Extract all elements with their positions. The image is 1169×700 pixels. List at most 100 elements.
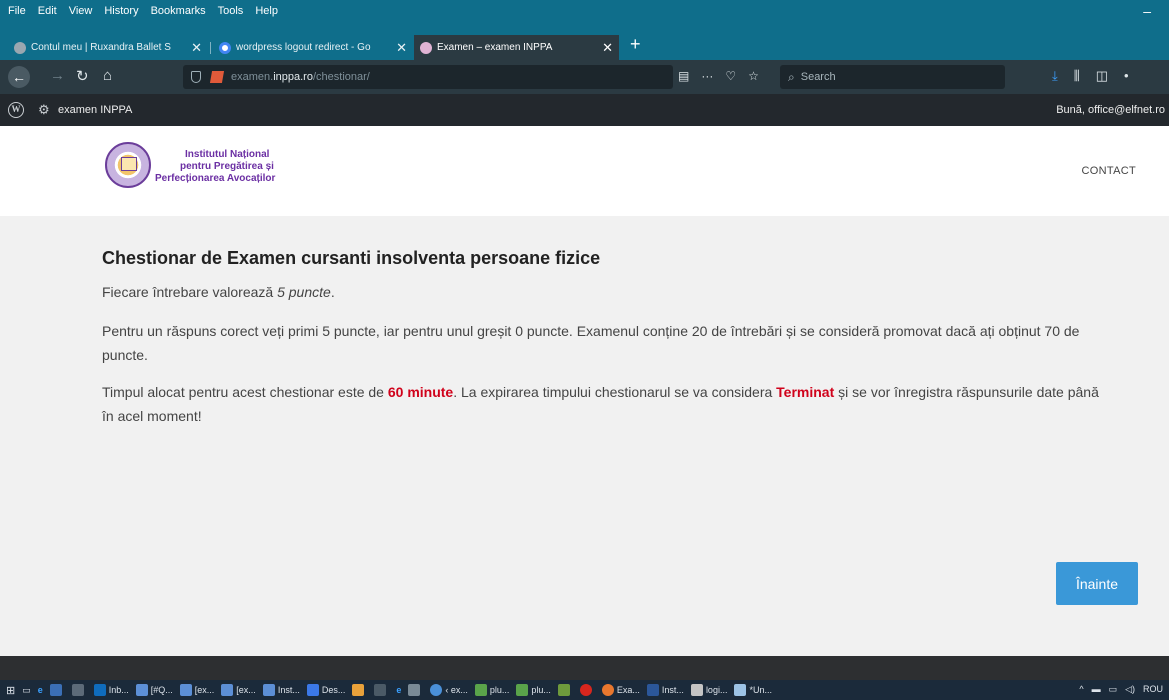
pocket-icon[interactable]: ♡: [725, 69, 736, 83]
extension-icon[interactable]: •: [1124, 68, 1129, 84]
close-icon[interactable]: ✕: [191, 40, 202, 56]
taskbar-item[interactable]: Des...: [306, 684, 345, 696]
nav-contact-link[interactable]: CONTACT: [1082, 165, 1136, 177]
next-button[interactable]: Înainte: [1056, 562, 1138, 605]
forward-arrow-icon[interactable]: →: [50, 67, 65, 84]
tab-label: Examen – examen INPPA: [437, 42, 553, 53]
menu-bookmarks[interactable]: Bookmarks: [151, 5, 206, 17]
taskbar-item-label: logi...: [705, 685, 728, 695]
intro-suffix: .: [330, 284, 335, 300]
insecure-connection-icon[interactable]: [209, 71, 225, 83]
app-icon[interactable]: [71, 684, 87, 696]
tab-contul-meu[interactable]: Contul meu | Ruxandra Ballet S ✕: [8, 35, 208, 60]
taskbar-item-label: plu...: [531, 685, 551, 695]
wp-site-name[interactable]: examen INPPA: [58, 104, 132, 116]
app-icon[interactable]: [557, 684, 573, 696]
download-icon[interactable]: ⤓: [1052, 68, 1058, 84]
taskbar-item[interactable]: plu...: [516, 684, 551, 696]
taskbar-item[interactable]: [ex...: [221, 684, 256, 696]
minimize-icon[interactable]: –: [1143, 3, 1151, 19]
app-icon[interactable]: [408, 684, 423, 696]
menu-help[interactable]: Help: [255, 5, 278, 17]
taskbar-item-label: *Un...: [749, 685, 772, 695]
wp-admin-bar: W ⚙ examen INPPA Bună, office@elfnet.ro: [0, 94, 1169, 126]
site-branding-text[interactable]: Institutul Național pentru Pregătirea și…: [155, 149, 275, 185]
menu-edit[interactable]: Edit: [38, 5, 57, 17]
edge-icon[interactable]: e: [38, 685, 43, 695]
search-icon: ⌕: [788, 69, 795, 84]
chevron-up-icon[interactable]: ^: [1079, 684, 1083, 695]
volume-icon[interactable]: ◁): [1125, 684, 1135, 695]
taskbar-item[interactable]: ‹ ex...: [430, 684, 468, 696]
taskbar-item-label: [ex...: [236, 685, 256, 695]
search-input[interactable]: ⌕ Search: [780, 65, 1005, 89]
taskbar-item[interactable]: Inb...: [93, 684, 129, 696]
opera-icon[interactable]: [579, 684, 595, 696]
taskbar-item[interactable]: Inst...: [646, 684, 684, 696]
url-bar[interactable]: examen. inppa.ro /chestionar/: [183, 65, 673, 89]
tab-label: wordpress logout redirect - Go: [236, 42, 371, 53]
search-placeholder: Search: [800, 71, 836, 83]
site-dashboard-icon[interactable]: ⚙: [38, 102, 50, 118]
time-status: Terminat: [776, 384, 835, 400]
taskbar-item-label: Inst...: [661, 685, 684, 695]
taskbar-item[interactable]: *Un...: [734, 684, 772, 696]
back-arrow-icon[interactable]: ←: [8, 66, 30, 88]
reader-view-icon[interactable]: ▤: [678, 69, 689, 83]
taskbar-item[interactable]: [ex...: [179, 684, 214, 696]
tab-examen-active[interactable]: Examen – examen INPPA ✕: [414, 35, 619, 60]
close-icon[interactable]: ✕: [602, 40, 613, 56]
tracking-shield-icon[interactable]: [191, 71, 201, 83]
page-footer: [0, 656, 1169, 680]
branding-line-1: Institutul Național: [185, 149, 270, 160]
library-icon[interactable]: ⫼: [1074, 68, 1080, 84]
navigation-bar: ← → ↻ ⌂ examen. inppa.ro /chestionar/ ▤ …: [0, 60, 1169, 94]
taskbar-item-label: plu...: [489, 685, 510, 695]
tab-label: Contul meu | Ruxandra Ballet S: [31, 42, 171, 53]
new-tab-plus-icon[interactable]: +: [630, 34, 641, 55]
wordpress-logo-icon[interactable]: W: [8, 102, 24, 118]
quiz-intro: Fiecare întrebare valorează 5 puncte.: [102, 284, 335, 300]
taskbar-item[interactable]: [#Q...: [135, 684, 173, 696]
task-view-icon[interactable]: ▭: [22, 685, 31, 696]
taskbar-item-label: Exa...: [616, 685, 640, 695]
app-icon[interactable]: [374, 684, 389, 696]
app-icon[interactable]: [49, 684, 65, 696]
url-domain: inppa.ro: [273, 71, 313, 83]
page-actions: ▤ ··· ♡ ☆: [678, 69, 759, 83]
menu-tools[interactable]: Tools: [218, 5, 244, 17]
inppa-logo[interactable]: [105, 142, 151, 188]
close-icon[interactable]: ✕: [396, 40, 407, 56]
menu-history[interactable]: History: [104, 5, 138, 17]
taskbar-item-label: Inst...: [277, 685, 300, 695]
page-actions-menu-icon[interactable]: ···: [701, 69, 713, 83]
sidebar-icon[interactable]: ◫: [1096, 68, 1108, 84]
menu-file[interactable]: File: [8, 5, 26, 17]
reload-icon[interactable]: ↻: [76, 67, 89, 85]
intro-prefix: Fiecare întrebare valorează: [102, 284, 278, 300]
network-icon[interactable]: ▭: [1109, 684, 1118, 695]
windows-start-icon[interactable]: ⊞: [6, 684, 15, 697]
tab-favicon-icon: [420, 41, 432, 54]
app-icon[interactable]: [352, 684, 367, 696]
taskbar-item[interactable]: plu...: [474, 684, 510, 696]
taskbar-item-label: [#Q...: [150, 685, 173, 695]
tab-wordpress-logout[interactable]: wordpress logout redirect - Go ✕: [213, 35, 413, 60]
taskbar-item-label: Inb...: [108, 685, 129, 695]
taskbar-item[interactable]: Inst...: [262, 684, 300, 696]
taskbar-item[interactable]: Exa...: [601, 684, 640, 696]
menu-view[interactable]: View: [69, 5, 93, 17]
quiz-rules: Pentru un răspuns corect veți primi 5 pu…: [102, 323, 1080, 363]
taskbar-item[interactable]: logi...: [690, 684, 728, 696]
battery-icon[interactable]: ▬: [1092, 684, 1101, 695]
windows-taskbar: ⊞ ▭ e Inb... [#Q... [ex... [ex... Inst..…: [0, 680, 1169, 700]
language-indicator[interactable]: ROU: [1143, 684, 1163, 695]
branding-line-3: Perfecționarea Avocaților: [155, 173, 276, 184]
toolbar-icons: ⤓ ⫼ ◫ •: [1052, 68, 1129, 84]
bookmark-star-icon[interactable]: ☆: [748, 69, 759, 83]
ie-icon[interactable]: e: [396, 685, 401, 695]
time-value: 60 minute: [387, 384, 454, 400]
home-icon[interactable]: ⌂: [103, 67, 112, 84]
time-prefix: Timpul alocat pentru acest chestionar es…: [102, 384, 388, 400]
wp-user-greeting[interactable]: Bună, office@elfnet.ro: [1056, 104, 1165, 116]
